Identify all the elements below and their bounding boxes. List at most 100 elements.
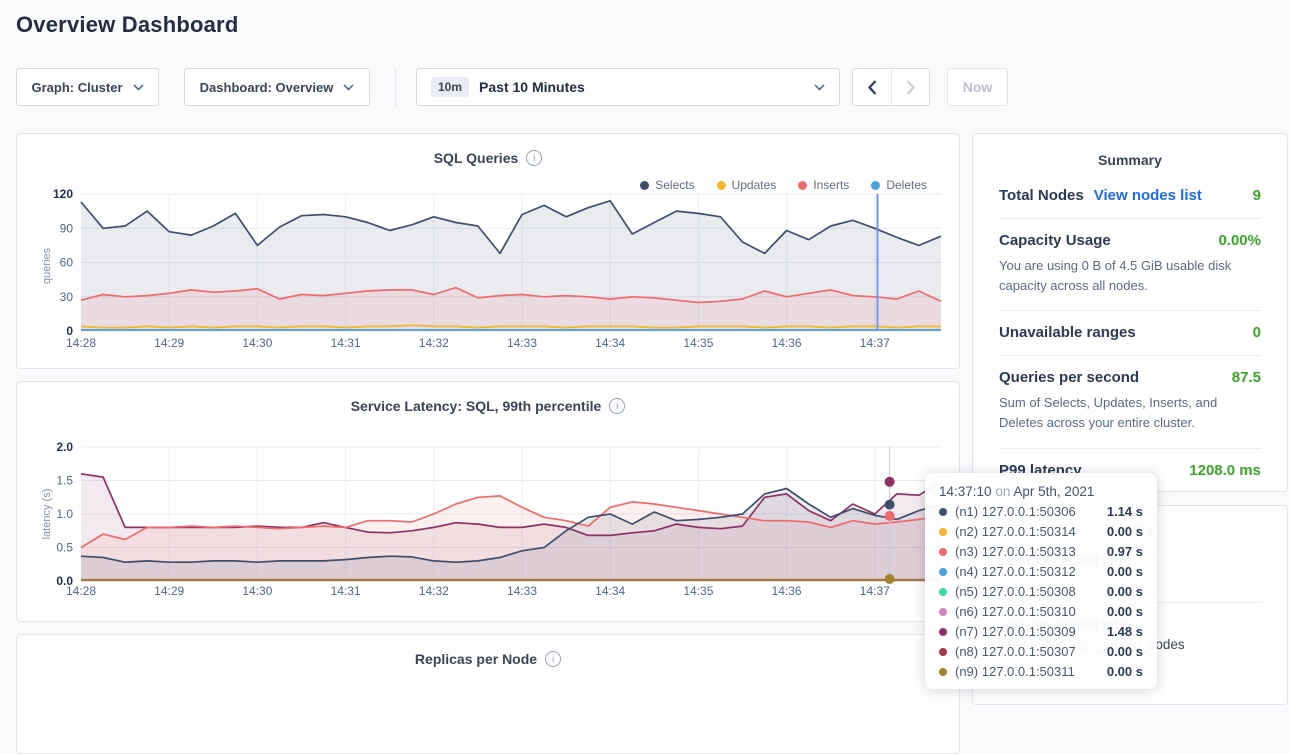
tooltip-node-value: 1.48 s [1107, 624, 1143, 639]
svg-text:14:36: 14:36 [772, 584, 802, 598]
svg-text:14:31: 14:31 [331, 336, 361, 350]
tooltip-node-value: 0.00 s [1107, 644, 1143, 659]
dashboard-selector-label: Dashboard: Overview [200, 80, 334, 95]
tooltip-node-value: 0.00 s [1107, 584, 1143, 599]
time-range-badge: 10m [431, 77, 469, 97]
tooltip-node-label: (n1) 127.0.0.1:50306 [955, 504, 1076, 519]
dashboard-selector-dropdown[interactable]: Dashboard: Overview [184, 68, 370, 106]
tooltip-node-value: 0.00 s [1107, 524, 1143, 539]
view-nodes-list-link[interactable]: View nodes list [1094, 187, 1202, 204]
page-title: Overview Dashboard [16, 12, 238, 38]
tooltip-node-row: (n4) 127.0.0.1:50312 0.00 s [939, 564, 1143, 579]
tooltip-node-value: 0.00 s [1107, 604, 1143, 619]
svg-text:1.0: 1.0 [56, 507, 73, 521]
time-range-dropdown[interactable]: 10m Past 10 Minutes [416, 68, 840, 106]
node-series-dot-icon [939, 508, 947, 516]
summary-title: Summary [973, 152, 1287, 168]
chevron-down-icon [343, 84, 354, 91]
next-time-button[interactable] [891, 69, 929, 105]
tooltip-time: 14:37:10 [939, 484, 992, 499]
tooltip-node-value: 1.14 s [1107, 504, 1143, 519]
svg-text:14:37: 14:37 [860, 336, 890, 350]
p99-latency-value: 1208.0 ms [1189, 462, 1261, 479]
chevron-right-icon [906, 80, 915, 95]
node-series-dot-icon [939, 668, 947, 676]
tooltip-timestamp: 14:37:10 on Apr 5th, 2021 [939, 484, 1143, 499]
chevron-down-icon [814, 84, 825, 91]
qps-description: Sum of Selects, Updates, Inserts, and De… [999, 393, 1261, 433]
svg-text:14:29: 14:29 [154, 584, 184, 598]
node-series-dot-icon [939, 588, 947, 596]
svg-text:14:32: 14:32 [419, 584, 449, 598]
chart-hover-tooltip: 14:37:10 on Apr 5th, 2021 (n1) 127.0.0.1… [925, 473, 1157, 689]
capacity-usage-description: You are using 0 B of 4.5 GiB usable disk… [999, 256, 1261, 296]
tooltip-node-row: (n8) 127.0.0.1:50307 0.00 s [939, 644, 1143, 659]
tooltip-date: Apr 5th, 2021 [1013, 484, 1094, 499]
graph-selector-dropdown[interactable]: Graph: Cluster [16, 68, 159, 106]
summary-row-qps: Queries per second 87.5 Sum of Selects, … [999, 356, 1261, 448]
info-icon[interactable]: i [526, 150, 542, 166]
svg-text:60: 60 [60, 256, 74, 270]
replicas-chart-title: Replicas per Node i [17, 651, 959, 667]
info-icon[interactable]: i [545, 651, 561, 667]
replicas-chart-card: Replicas per Node i [16, 634, 960, 754]
svg-text:120: 120 [53, 187, 73, 201]
svg-text:14:34: 14:34 [595, 584, 625, 598]
sql-queries-title-text: SQL Queries [434, 150, 519, 166]
node-series-dot-icon [939, 628, 947, 636]
tooltip-node-label: (n9) 127.0.0.1:50311 [955, 664, 1075, 679]
service-latency-chart-card: Service Latency: SQL, 99th percentile i … [16, 381, 960, 622]
summary-row-capacity: Capacity Usage 0.00% You are using 0 B o… [999, 219, 1261, 311]
sql-queries-chart-card: SQL Queries i Selects Updates Inserts De… [16, 133, 960, 369]
chevron-left-icon [868, 80, 877, 95]
info-icon[interactable]: i [609, 398, 625, 414]
tooltip-node-value: 0.00 s [1107, 664, 1143, 679]
time-range-label: Past 10 Minutes [479, 79, 585, 95]
sql-queries-plot[interactable]: 030609012014:2814:2914:3014:3114:3214:33… [17, 186, 959, 361]
capacity-usage-label: Capacity Usage [999, 232, 1111, 249]
svg-text:14:28: 14:28 [66, 584, 96, 598]
svg-text:14:31: 14:31 [331, 584, 361, 598]
tooltip-node-row: (n5) 127.0.0.1:503080.00 s [939, 584, 1143, 599]
svg-text:2.0: 2.0 [56, 440, 73, 454]
tooltip-node-value: 0.97 s [1107, 544, 1143, 559]
tooltip-node-value: 0.00 s [1107, 564, 1143, 579]
sql-queries-chart-title: SQL Queries i [17, 150, 959, 166]
svg-text:14:35: 14:35 [683, 584, 713, 598]
svg-text:0.5: 0.5 [56, 541, 73, 555]
summary-row-total-nodes: Total Nodes View nodes list 9 [999, 174, 1261, 219]
svg-text:14:32: 14:32 [419, 336, 449, 350]
tooltip-node-label: (n6) 127.0.0.1:50310 [955, 604, 1076, 619]
qps-value: 87.5 [1232, 369, 1261, 386]
summary-panel: Summary Total Nodes View nodes list 9 Ca… [972, 133, 1288, 492]
total-nodes-value: 9 [1253, 187, 1261, 204]
service-latency-plot[interactable]: 0.00.51.01.52.014:2814:2914:3014:3114:32… [17, 437, 959, 607]
svg-text:14:30: 14:30 [242, 584, 272, 598]
qps-label: Queries per second [999, 369, 1139, 386]
svg-text:14:29: 14:29 [154, 336, 184, 350]
node-series-dot-icon [939, 528, 947, 536]
svg-text:14:30: 14:30 [242, 336, 272, 350]
service-latency-chart-title: Service Latency: SQL, 99th percentile i [17, 398, 959, 414]
node-series-dot-icon [939, 648, 947, 656]
svg-text:14:33: 14:33 [507, 584, 537, 598]
svg-text:14:37: 14:37 [860, 584, 890, 598]
tooltip-node-row: (n6) 127.0.0.1:50310 0.00 s [939, 604, 1143, 619]
service-latency-title-text: Service Latency: SQL, 99th percentile [351, 398, 602, 414]
tooltip-on: on [995, 484, 1010, 499]
tooltip-node-row: (n2) 127.0.0.1:50314 0.00 s [939, 524, 1143, 539]
svg-text:14:36: 14:36 [772, 336, 802, 350]
tooltip-node-label: (n8) 127.0.0.1:50307 [955, 644, 1076, 659]
chevron-down-icon [133, 84, 144, 91]
svg-text:30: 30 [60, 290, 74, 304]
tooltip-node-row: (n7) 127.0.0.1:503091.48 s [939, 624, 1143, 639]
tooltip-node-label: (n4) 127.0.0.1:50312 [955, 564, 1076, 579]
capacity-usage-value: 0.00% [1218, 232, 1261, 249]
tooltip-node-row: (n9) 127.0.0.1:50311 0.00 s [939, 664, 1143, 679]
svg-text:90: 90 [60, 221, 74, 235]
svg-text:14:33: 14:33 [507, 336, 537, 350]
previous-time-button[interactable] [853, 69, 891, 105]
tooltip-node-label: (n2) 127.0.0.1:50314 [955, 524, 1076, 539]
summary-row-unavailable-ranges: Unavailable ranges 0 [999, 311, 1261, 356]
now-button[interactable]: Now [947, 68, 1008, 106]
